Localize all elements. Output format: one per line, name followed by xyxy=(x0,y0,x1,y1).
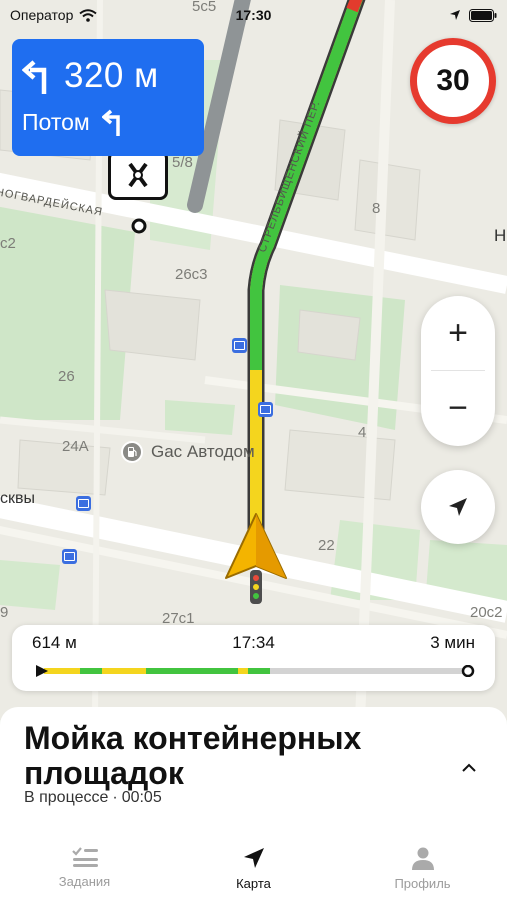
task-status-line: В процессе · 00:05 xyxy=(24,789,162,807)
building-number: с2 xyxy=(0,235,16,252)
task-elapsed-time: 00:05 xyxy=(121,789,162,806)
remaining-duration: 3 мин xyxy=(430,633,475,652)
street-label-bottom: сквы xyxy=(0,490,35,507)
building-number: 24А xyxy=(62,438,89,455)
building-number: 8 xyxy=(372,200,381,217)
tab-label: Карта xyxy=(236,876,271,891)
tab-bar: Задания Карта Профиль xyxy=(0,838,507,900)
task-status-separator: · xyxy=(112,789,118,806)
turn-left-icon xyxy=(22,60,47,94)
finish-marker-icon xyxy=(461,665,475,677)
maneuver-distance: 320 м xyxy=(64,56,159,95)
status-bar: Оператор 17:30 xyxy=(0,0,507,30)
bus-stop-icon[interactable] xyxy=(76,496,91,511)
building-number: 20с2 xyxy=(470,604,503,621)
task-title: Мойка контейнерных площадок xyxy=(24,720,362,791)
route-progress-bar xyxy=(36,665,475,677)
arrival-time: 17:34 xyxy=(232,633,275,652)
gas-station-icon xyxy=(121,441,143,463)
tasks-icon xyxy=(71,847,98,867)
remaining-distance: 614 м xyxy=(32,633,77,652)
tab-label: Задания xyxy=(58,874,111,889)
poi-name: Gас Автодом xyxy=(151,442,255,461)
building-number: 26с3 xyxy=(175,266,208,283)
battery-icon xyxy=(469,8,497,22)
building-number: 9 xyxy=(0,604,9,621)
building-number: Н xyxy=(494,226,507,245)
maneuver-card[interactable]: 320 м Потом xyxy=(12,39,204,156)
task-status: В процессе xyxy=(24,789,109,806)
locate-me-button[interactable] xyxy=(421,470,495,544)
bus-stop-icon[interactable] xyxy=(62,549,77,564)
route-summary-panel[interactable]: 614 м 17:34 3 мин xyxy=(12,625,495,691)
building-number: 22 xyxy=(318,537,335,554)
navigation-arrow-icon xyxy=(449,498,467,516)
wifi-icon xyxy=(79,8,97,22)
chevron-up-icon xyxy=(462,763,476,772)
next-turn-left-icon xyxy=(101,109,120,136)
bus-stop-icon[interactable] xyxy=(232,338,247,353)
carrier-name: Оператор xyxy=(10,7,74,23)
speed-limit-sign: 30 xyxy=(410,38,496,124)
poi-gas-station[interactable]: Gас Автодом xyxy=(121,441,255,463)
start-marker-icon xyxy=(36,665,48,677)
road-sign-icon xyxy=(108,150,168,200)
next-maneuver-label: Потом xyxy=(22,108,90,135)
tab-map[interactable]: Карта xyxy=(169,838,338,900)
tab-label: Профиль xyxy=(394,876,451,891)
building-number: 5/8 xyxy=(172,154,193,171)
building-number: 4 xyxy=(358,424,367,441)
profile-icon xyxy=(411,847,434,870)
speed-limit-value: 30 xyxy=(436,64,470,97)
building-number: 26 xyxy=(58,368,75,385)
expand-sheet-button[interactable] xyxy=(456,755,482,781)
user-position-arrow-icon xyxy=(225,513,287,604)
tab-tasks[interactable]: Задания xyxy=(0,838,169,900)
status-time: 17:30 xyxy=(235,7,272,23)
zoom-out-button[interactable]: − xyxy=(421,371,495,446)
location-services-icon xyxy=(450,10,460,20)
bus-stop-icon[interactable] xyxy=(258,402,273,417)
zoom-in-button[interactable]: + xyxy=(421,296,495,371)
tab-profile[interactable]: Профиль xyxy=(338,838,507,900)
navigation-arrow-icon xyxy=(243,848,264,868)
zoom-controls: + − xyxy=(421,296,495,446)
